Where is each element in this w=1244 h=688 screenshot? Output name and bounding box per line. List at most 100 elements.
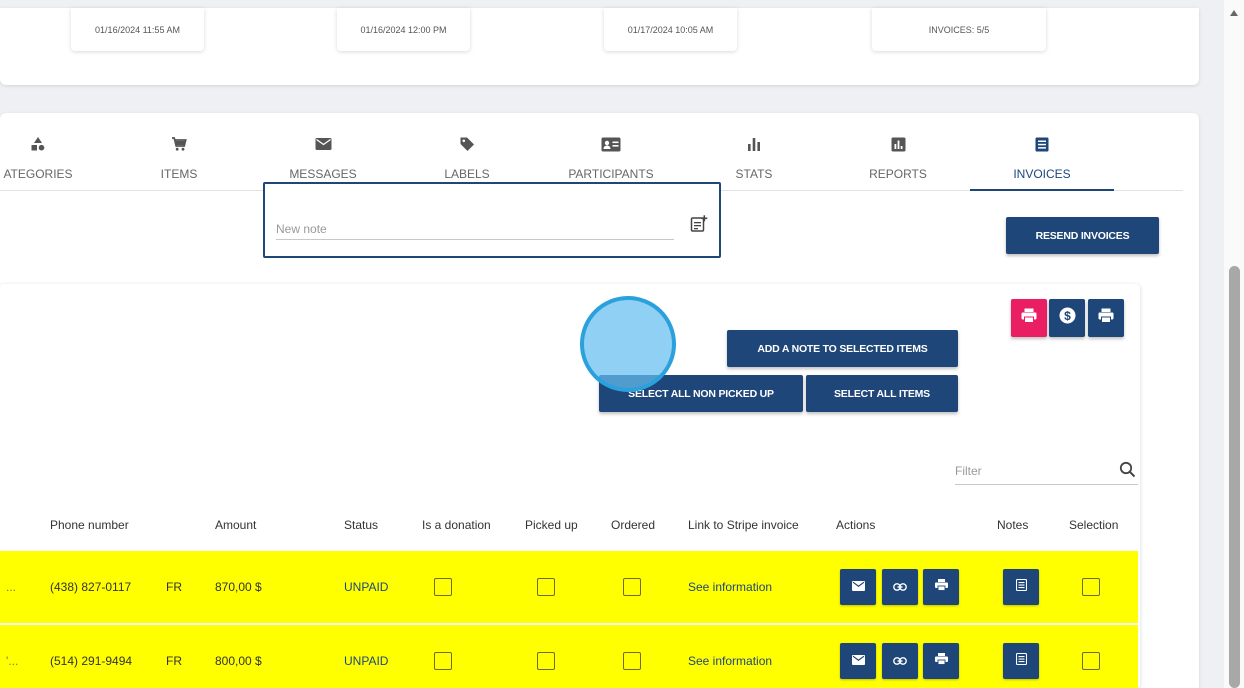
- language-cell: FR: [166, 580, 182, 594]
- picked-up-checkbox[interactable]: [537, 652, 555, 670]
- vertical-scrollbar[interactable]: [1224, 0, 1244, 688]
- tab-label: LABELS: [444, 167, 490, 181]
- table-row: '... (514) 291-9494 FR 800,00 $ UNPAID S…: [0, 625, 1138, 688]
- print-unpaid-button[interactable]: [1011, 299, 1047, 337]
- mail-icon: [851, 652, 865, 670]
- summary-card: 01/16/2024 11:55 AM 01/16/2024 12:00 PM …: [0, 8, 1199, 85]
- print-icon: [1098, 308, 1114, 328]
- column-header: Picked up: [525, 518, 578, 532]
- column-header: Notes: [997, 518, 1029, 532]
- status-cell: UNPAID: [344, 580, 389, 594]
- tab-label: INVOICES: [1013, 167, 1071, 181]
- select-all-non-picked-up-button[interactable]: SELECT ALL NON PICKED UP: [599, 375, 803, 412]
- summary-value: 01/16/2024 12:00 PM: [360, 24, 447, 35]
- notes-button[interactable]: [1003, 569, 1039, 605]
- bar-chart-icon: [747, 135, 761, 153]
- contact-card-icon: [601, 135, 621, 153]
- tab-categories[interactable]: ATEGORIES: [0, 135, 76, 191]
- truncated-cell: '...: [6, 654, 19, 668]
- search-icon[interactable]: [1119, 461, 1136, 483]
- tab-label: STATS: [735, 167, 773, 181]
- summary-box-1: 01/16/2024 11:55 AM: [71, 8, 204, 51]
- add-note-to-selected-button[interactable]: ADD A NOTE TO SELECTED ITEMS: [727, 330, 958, 367]
- button-label: RESEND INVOICES: [1035, 229, 1130, 242]
- scrollbar-thumb[interactable]: [1229, 266, 1240, 688]
- categories-icon: [30, 135, 46, 153]
- language-cell: FR: [166, 654, 182, 668]
- notes-icon: [1015, 652, 1027, 670]
- report-icon: [891, 135, 906, 153]
- scroll-up-arrow-icon[interactable]: [1224, 10, 1244, 24]
- column-header: Ordered: [611, 518, 656, 532]
- select-all-items-button[interactable]: SELECT ALL ITEMS: [806, 375, 958, 412]
- selection-checkbox[interactable]: [1082, 652, 1100, 670]
- column-header: Actions: [836, 518, 876, 532]
- summary-box-3: 01/17/2024 10:05 AM: [604, 8, 737, 51]
- new-note-input[interactable]: [276, 218, 674, 240]
- amount-cell: 870,00 $: [215, 580, 262, 594]
- print-all-button[interactable]: [1088, 299, 1124, 337]
- status-cell: UNPAID: [344, 654, 389, 668]
- stripe-invoice-link[interactable]: See information: [688, 580, 772, 594]
- filter-input[interactable]: [955, 461, 1105, 481]
- summary-box-invoices: INVOICES: 5/5: [872, 8, 1046, 51]
- stripe-invoice-link[interactable]: See information: [688, 654, 772, 668]
- add-note-icon[interactable]: [690, 215, 708, 238]
- button-label: SELECT ALL ITEMS: [834, 387, 930, 400]
- notes-button[interactable]: [1003, 643, 1039, 679]
- mail-icon: [315, 135, 332, 153]
- note-input-container: [263, 182, 721, 258]
- phone-cell: (438) 827-0117: [50, 580, 132, 594]
- resend-invoices-button[interactable]: RESEND INVOICES: [1006, 217, 1159, 254]
- table-row: ... (438) 827-0117 FR 870,00 $ UNPAID Se…: [0, 551, 1138, 623]
- invoice-icon: [1035, 135, 1049, 153]
- active-tab-indicator: [970, 189, 1114, 191]
- summary-value: INVOICES: 5/5: [928, 24, 990, 35]
- column-header: Status: [344, 518, 379, 532]
- selection-checkbox[interactable]: [1082, 578, 1100, 596]
- tab-invoices[interactable]: INVOICES: [970, 135, 1114, 191]
- phone-cell: (514) 291-9494: [50, 654, 133, 668]
- tab-stats[interactable]: STATS: [728, 135, 780, 191]
- tab-bar: ATEGORIES ITEMS MESSAGES LABELS PARTICIP: [0, 113, 1183, 191]
- payment-button[interactable]: $: [1049, 299, 1085, 337]
- mail-icon: [851, 578, 865, 596]
- column-header: Is a donation: [422, 518, 491, 532]
- summary-value: 01/16/2024 11:55 AM: [95, 24, 180, 35]
- print-icon: [1021, 308, 1037, 328]
- truncated-cell: ...: [6, 580, 17, 594]
- tab-reports[interactable]: REPORTS: [862, 135, 934, 191]
- donation-checkbox[interactable]: [434, 652, 452, 670]
- label-icon: [459, 135, 475, 153]
- svg-text:$: $: [1064, 309, 1071, 323]
- dollar-icon: $: [1059, 307, 1076, 329]
- send-email-button[interactable]: [840, 643, 876, 679]
- column-header: Link to Stripe invoice: [688, 518, 799, 532]
- tab-label: ITEMS: [160, 167, 198, 181]
- donation-checkbox[interactable]: [434, 578, 452, 596]
- column-header: Selection: [1069, 518, 1119, 532]
- link-icon: [893, 652, 907, 670]
- button-label: SELECT ALL NON PICKED UP: [628, 387, 774, 400]
- ordered-checkbox[interactable]: [623, 578, 641, 596]
- print-icon: [934, 652, 948, 670]
- copy-link-button[interactable]: [882, 643, 918, 679]
- copy-link-button[interactable]: [882, 569, 918, 605]
- send-email-button[interactable]: [840, 569, 876, 605]
- tab-items[interactable]: ITEMS: [150, 135, 208, 191]
- amount-cell: 800,00 $: [215, 654, 262, 668]
- cart-icon: [171, 135, 187, 153]
- print-invoice-button[interactable]: [923, 643, 959, 679]
- column-header: Amount: [215, 518, 257, 532]
- filter-field: [955, 457, 1138, 485]
- picked-up-checkbox[interactable]: [537, 578, 555, 596]
- column-header: Phone number: [50, 518, 129, 532]
- link-icon: [893, 578, 907, 596]
- tab-label: REPORTS: [869, 167, 927, 181]
- print-invoice-button[interactable]: [923, 569, 959, 605]
- summary-value: 01/17/2024 10:05 AM: [627, 24, 714, 35]
- notes-icon: [1015, 578, 1027, 596]
- print-icon: [934, 578, 948, 596]
- ordered-checkbox[interactable]: [623, 652, 641, 670]
- button-label: ADD A NOTE TO SELECTED ITEMS: [757, 342, 928, 355]
